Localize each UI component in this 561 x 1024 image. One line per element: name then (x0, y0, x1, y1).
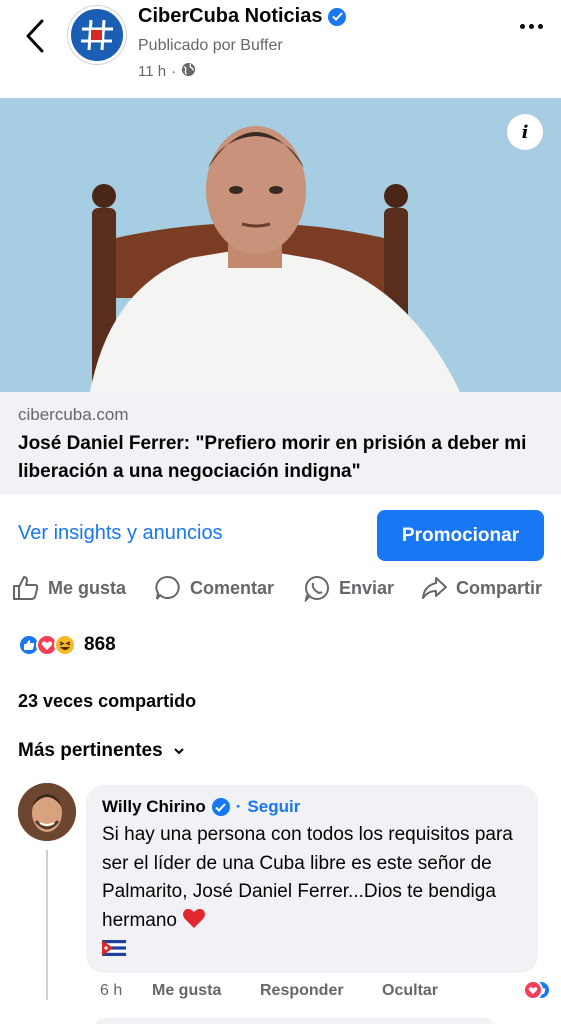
link-headline[interactable]: José Daniel Ferrer: "Prefiero morir en p… (18, 430, 548, 486)
post-header: CiberCuba Noticias Publicado por Buffer … (0, 0, 561, 98)
verified-badge-icon (211, 798, 230, 816)
whatsapp-icon (304, 576, 329, 602)
share-icon (422, 577, 447, 599)
shares-count[interactable]: 23 veces compartido (18, 691, 196, 712)
chevron-left-icon[interactable] (18, 16, 52, 56)
link-preview-image[interactable]: i (0, 98, 561, 392)
info-icon[interactable]: i (507, 114, 543, 150)
page-avatar[interactable] (68, 6, 126, 64)
sort-label: Más pertinentes (18, 740, 163, 761)
more-dots-icon[interactable] (520, 24, 543, 29)
meta-separator: · (171, 63, 177, 80)
comments-sort-dropdown[interactable]: Más pertinentes (18, 740, 185, 762)
person-photo (0, 98, 561, 392)
commenter-photo (18, 783, 76, 841)
comment-header: Willy Chirino · Seguir (102, 797, 522, 817)
cibercuba-logo (81, 19, 113, 51)
reactions-count: 868 (84, 634, 116, 655)
page-name-text[interactable]: CiberCuba Noticias (138, 5, 322, 28)
thread-line (46, 850, 48, 1000)
link-preview[interactable]: cibercuba.com José Daniel Ferrer: "Prefi… (0, 392, 561, 494)
insights-link[interactable]: Ver insights y anuncios (18, 522, 223, 545)
post-meta: 11 h · (138, 62, 196, 81)
post-time[interactable]: 11 h (138, 63, 166, 80)
link-domain: cibercuba.com (18, 405, 129, 424)
commenter-avatar[interactable] (18, 783, 76, 841)
promote-button[interactable]: Promocionar (377, 510, 544, 561)
action-bar: Me gusta Comentar Enviar Compartir (0, 568, 561, 608)
red-heart-emoji (183, 908, 206, 928)
follow-button[interactable]: Seguir (247, 797, 300, 817)
haha-reaction-icon (54, 634, 76, 656)
chevron-down-icon (173, 748, 184, 755)
globe-icon (181, 62, 196, 81)
comment-hide-button[interactable]: Ocultar (382, 982, 438, 1000)
comment-time[interactable]: 6 h (100, 982, 122, 1000)
comment-icon (155, 576, 180, 600)
comment-bubble[interactable]: Willy Chirino · Seguir Si hay una person… (86, 785, 538, 973)
comment-reactions[interactable]: 97 (523, 980, 552, 1000)
love-reaction-icon (523, 980, 544, 1000)
thumbs-up-icon (13, 576, 39, 600)
page-name[interactable]: CiberCuba Noticias (138, 5, 347, 28)
like-label: Me gusta (48, 577, 127, 598)
send-button[interactable]: Enviar (303, 568, 394, 608)
comment-like-button[interactable]: Me gusta (152, 982, 221, 1000)
published-by: Publicado por Buffer (138, 37, 283, 54)
like-button[interactable]: Me gusta (12, 568, 126, 608)
comment-text: Si hay una persona con todos los requisi… (102, 821, 522, 964)
next-comment-bubble[interactable] (95, 1018, 495, 1024)
send-label: Enviar (339, 577, 395, 598)
comment-author[interactable]: Willy Chirino (102, 797, 206, 817)
cuba-flag-emoji (102, 940, 126, 956)
comment-meta: 6 h Me gusta Responder Ocultar 97 (100, 980, 552, 1006)
share-button[interactable]: Compartir (420, 568, 542, 608)
verified-badge-icon (328, 7, 347, 26)
share-label: Compartir (456, 577, 543, 598)
comment-label: Comentar (190, 577, 275, 598)
reactions-summary[interactable]: 868 (18, 632, 116, 658)
comment-separator: · (235, 797, 242, 816)
comment-reply-button[interactable]: Responder (260, 982, 344, 1000)
comment-button[interactable]: Comentar (154, 568, 274, 608)
comment-body: Si hay una persona con todos los requisi… (102, 824, 513, 931)
